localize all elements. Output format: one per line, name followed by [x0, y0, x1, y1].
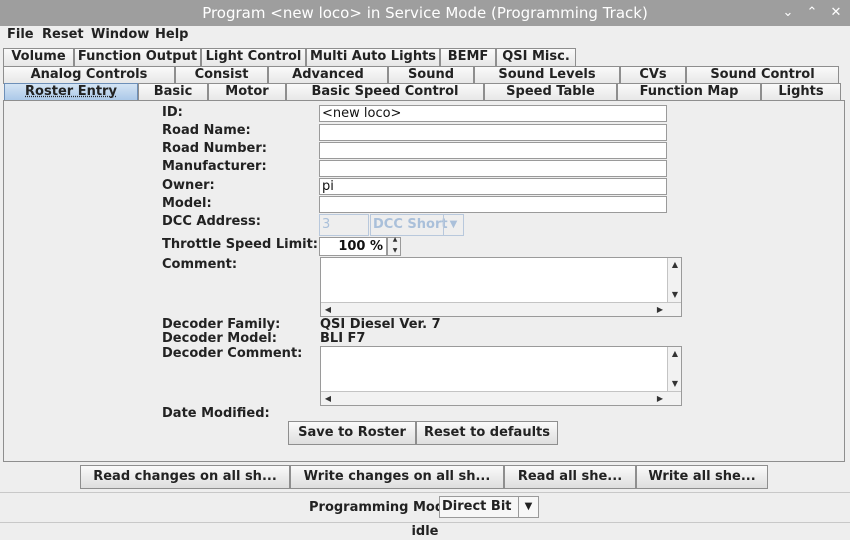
decoder-model-value: BLI F7 [320, 331, 366, 346]
throttle-speed-limit-label: Throttle Speed Limit: [162, 237, 318, 252]
id-label: ID: [162, 105, 183, 120]
minimize-icon[interactable]: ⌄ [778, 2, 798, 24]
chevron-down-icon: ▼ [518, 497, 538, 517]
status-text: idle [411, 524, 439, 539]
title-bar: Program <new loco> in Service Mode (Prog… [0, 0, 850, 26]
reset-to-defaults-button[interactable]: Reset to defaults [416, 421, 558, 445]
tab-speed-table[interactable]: Speed Table [484, 83, 617, 101]
tab-lights[interactable]: Lights [761, 83, 841, 101]
road-number-label: Road Number: [162, 141, 267, 156]
tab-motor[interactable]: Motor [208, 83, 286, 101]
comment-vscroll[interactable]: ▲ ▼ [667, 258, 681, 302]
tab-roster-entry-label: Roster Entry [25, 84, 117, 99]
decoder-comment-hscroll[interactable]: ◀ ▶ [321, 391, 681, 405]
menu-window[interactable]: Window [91, 26, 149, 46]
tab-cvs[interactable]: CVs [620, 66, 686, 84]
spin-down-icon[interactable]: ▼ [388, 246, 402, 256]
owner-label: Owner: [162, 178, 215, 193]
road-name-field[interactable] [319, 124, 667, 141]
decoder-comment-textarea[interactable]: ▲ ▼ ◀ ▶ [320, 346, 682, 406]
tab-light-control[interactable]: Light Control [201, 48, 306, 66]
manufacturer-field[interactable] [319, 160, 667, 177]
scroll-right-icon[interactable]: ▶ [653, 392, 667, 406]
id-field[interactable]: <new loco> [319, 105, 667, 122]
date-modified-label: Date Modified: [162, 406, 270, 421]
chevron-down-icon: ▼ [443, 215, 463, 235]
tab-function-map[interactable]: Function Map [617, 83, 761, 101]
menu-file[interactable]: File [7, 26, 34, 46]
divider [0, 522, 850, 523]
scroll-left-icon[interactable]: ◀ [321, 392, 335, 406]
model-label: Model: [162, 196, 212, 211]
scroll-left-icon[interactable]: ◀ [321, 303, 335, 317]
comment-textarea[interactable]: ▲ ▼ ◀ ▶ [320, 257, 682, 317]
tab-volume[interactable]: Volume [3, 48, 74, 66]
read-changes-all-sheets-button[interactable]: Read changes on all sh... [80, 465, 290, 489]
dcc-address-type-value: DCC Short [373, 217, 448, 232]
maximize-icon[interactable]: ⌃ [802, 2, 822, 24]
road-name-label: Road Name: [162, 123, 251, 138]
tab-consist[interactable]: Consist [175, 66, 268, 84]
tab-sound[interactable]: Sound [388, 66, 474, 84]
scroll-up-icon[interactable]: ▲ [668, 347, 682, 361]
tab-sound-levels[interactable]: Sound Levels [474, 66, 620, 84]
throttle-speed-limit-field[interactable]: 100 % [319, 237, 387, 256]
save-to-roster-button[interactable]: Save to Roster [288, 421, 416, 445]
tab-advanced[interactable]: Advanced [268, 66, 388, 84]
programming-mode-value: Direct Bit [442, 499, 512, 514]
scroll-down-icon[interactable]: ▼ [668, 377, 682, 391]
menu-help[interactable]: Help [155, 26, 188, 46]
tab-roster-entry[interactable]: Roster Entry [4, 83, 138, 101]
road-number-field[interactable] [319, 142, 667, 159]
tab-bemf[interactable]: BEMF [440, 48, 496, 66]
programming-mode-label: Programming Mode [309, 500, 453, 515]
tab-basic-speed-control[interactable]: Basic Speed Control [286, 83, 484, 101]
decoder-comment-vscroll[interactable]: ▲ ▼ [667, 347, 681, 391]
tab-function-output[interactable]: Function Output [74, 48, 201, 66]
model-field[interactable] [319, 196, 667, 213]
tab-sound-control[interactable]: Sound Control [686, 66, 839, 84]
tab-multi-auto-lights[interactable]: Multi Auto Lights [306, 48, 440, 66]
decoder-comment-label: Decoder Comment: [162, 346, 303, 361]
dcc-address-type-select[interactable]: DCC Short ▼ [370, 214, 464, 236]
decoder-model-label: Decoder Model: [162, 331, 277, 346]
tab-basic[interactable]: Basic [138, 83, 208, 101]
decoder-family-value: QSI Diesel Ver. 7 [320, 317, 441, 332]
programming-mode-select[interactable]: Direct Bit ▼ [439, 496, 539, 518]
menu-bar: File Reset Window Help [0, 26, 850, 46]
window-title: Program <new loco> in Service Mode (Prog… [202, 4, 648, 22]
read-all-sheets-button[interactable]: Read all she... [504, 465, 636, 489]
throttle-spinner[interactable]: ▲ ▼ [387, 235, 402, 256]
spin-up-icon[interactable]: ▲ [388, 235, 402, 245]
scroll-right-icon[interactable]: ▶ [653, 303, 667, 317]
write-all-sheets-button[interactable]: Write all she... [636, 465, 768, 489]
owner-field[interactable]: pi [319, 178, 667, 195]
manufacturer-label: Manufacturer: [162, 159, 267, 174]
write-changes-all-sheets-button[interactable]: Write changes on all sh... [290, 465, 504, 489]
tab-analog-controls[interactable]: Analog Controls [3, 66, 175, 84]
tab-qsi-misc[interactable]: QSI Misc. [496, 48, 576, 66]
comment-label: Comment: [162, 257, 238, 272]
menu-reset[interactable]: Reset [42, 26, 84, 46]
dcc-address-field[interactable]: 3 [319, 214, 369, 236]
decoder-family-label: Decoder Family: [162, 317, 281, 332]
scroll-up-icon[interactable]: ▲ [668, 258, 682, 272]
comment-hscroll[interactable]: ◀ ▶ [321, 302, 681, 316]
divider [0, 492, 850, 493]
close-icon[interactable]: ✕ [826, 2, 846, 24]
dcc-address-label: DCC Address: [162, 214, 261, 229]
scroll-down-icon[interactable]: ▼ [668, 288, 682, 302]
roster-entry-panel: ID: <new loco> Road Name: Road Number: M… [3, 100, 845, 462]
